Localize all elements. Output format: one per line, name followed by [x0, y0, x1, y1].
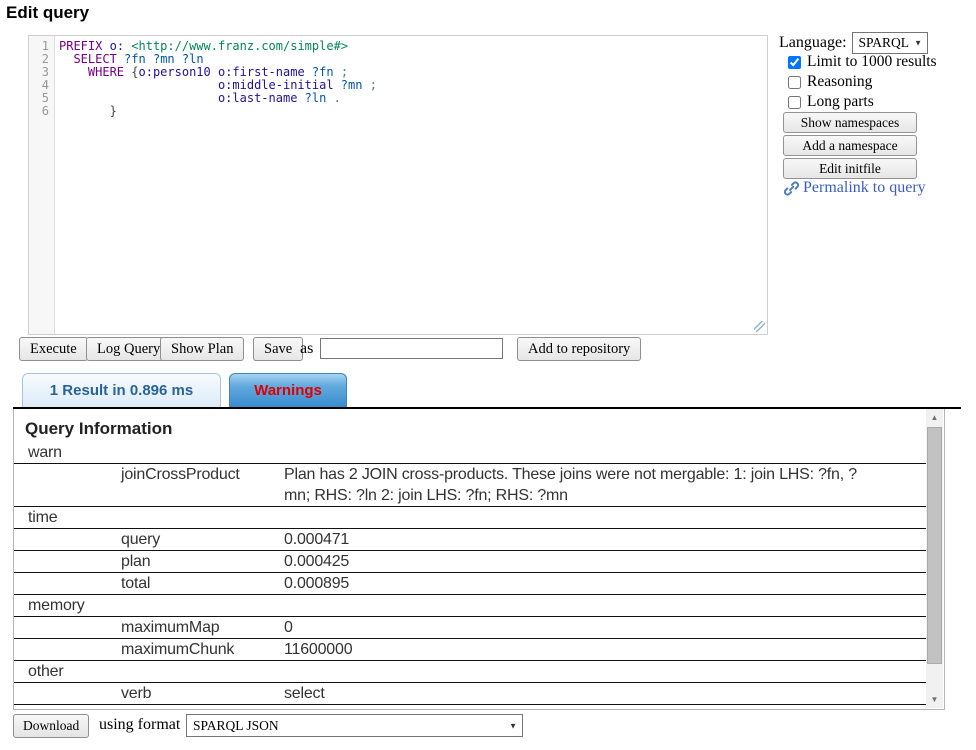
permalink-to-query-link[interactable]: Permalink to query [783, 179, 926, 197]
using-format-label: using format [99, 716, 180, 734]
option-checkbox-long-parts[interactable] [788, 96, 801, 109]
execute-button[interactable]: Execute [19, 337, 88, 361]
save-as-label: as [300, 340, 313, 358]
language-label: Language: [779, 34, 847, 52]
query-information-panel: Query Information warnjoinCrossProductPl… [13, 409, 945, 710]
row-maximumMap: maximumMap0 [14, 617, 926, 639]
chevron-down-icon [509, 721, 517, 730]
add-a-namespace-button[interactable]: Add a namespace [783, 135, 917, 156]
row-value: 11600000 [284, 639, 352, 660]
tab-warnings[interactable]: Warnings [229, 373, 347, 407]
chevron-down-icon [914, 39, 922, 48]
editor-gutter: 123456 [29, 36, 55, 334]
query-editor[interactable]: 123456 PREFIX o: <http://www.franz.com/s… [28, 35, 768, 335]
language-select-value: SPARQL [859, 35, 910, 51]
language-select[interactable]: SPARQL [852, 32, 929, 54]
option-label: Reasoning [807, 73, 872, 91]
row-value: 0.000471 [284, 529, 349, 550]
editor-resize-handle-icon[interactable] [754, 321, 765, 332]
row-query: query0.000471 [14, 529, 926, 551]
show-plan-button[interactable]: Show Plan [160, 337, 244, 361]
row-total: total0.000895 [14, 573, 926, 595]
query-information-heading: Query Information [25, 419, 944, 439]
add-to-repository-button[interactable]: Add to repository [517, 337, 641, 361]
format-select-value: SPARQL JSON [193, 718, 279, 734]
scroll-down-icon[interactable] [926, 691, 943, 708]
row-value: Plan has 2 JOIN cross-products. These jo… [284, 464, 872, 506]
save-button[interactable]: Save [253, 337, 303, 361]
option-reasoning[interactable]: Reasoning [788, 72, 937, 92]
section-other: other [14, 661, 926, 683]
tab-results[interactable]: 1 Result in 0.896 ms [22, 373, 221, 407]
language-row: Language: SPARQL [779, 32, 928, 54]
row-value: 0 [284, 617, 293, 638]
section-memory: memory [14, 595, 926, 617]
section-time: time [14, 507, 926, 529]
option-label: Long parts [807, 93, 874, 111]
show-namespaces-button[interactable]: Show namespaces [783, 112, 917, 133]
editor-code[interactable]: PREFIX o: <http://www.franz.com/simple#>… [55, 36, 767, 334]
link-chain-icon [783, 180, 800, 197]
line-number: 6 [29, 105, 54, 118]
code-line-5: o:last-name ?ln . [59, 92, 767, 105]
code-line-6: } [59, 105, 767, 118]
option-checkbox-reasoning[interactable] [788, 76, 801, 89]
row-key: maximumMap [121, 617, 284, 638]
row-value: 0.000425 [284, 551, 349, 572]
scroll-up-icon[interactable] [926, 409, 943, 426]
row-key: total [121, 573, 284, 594]
option-checkbox-limit-to-1000-results[interactable] [788, 56, 801, 69]
row-verb: verbselect [14, 683, 926, 705]
section-warn: warn [14, 442, 926, 464]
row-value: 0.000895 [284, 573, 349, 594]
row-key: plan [121, 551, 284, 572]
row-key: maximumChunk [121, 639, 284, 660]
log-query-button[interactable]: Log Query [86, 337, 171, 361]
row-maximumChunk: maximumChunk11600000 [14, 639, 926, 661]
vertical-scrollbar[interactable] [926, 409, 943, 708]
option-limit-to-1000-results[interactable]: Limit to 1000 results [788, 52, 937, 72]
scrollbar-thumb[interactable] [927, 427, 942, 664]
row-plan: plan0.000425 [14, 551, 926, 573]
row-key: query [121, 529, 284, 550]
options-list: Limit to 1000 results Reasoning Long parts [788, 52, 937, 112]
namespace-buttons: Show namespacesAdd a namespaceEdit initf… [783, 112, 917, 179]
save-name-input[interactable] [320, 338, 503, 359]
query-info-table: warnjoinCrossProductPlan has 2 JOIN cros… [14, 442, 926, 705]
row-value: select [284, 683, 325, 704]
permalink-label: Permalink to query [803, 179, 926, 197]
editor-code-lines: PREFIX o: <http://www.franz.com/simple#>… [59, 40, 767, 118]
edit-initfile-button[interactable]: Edit initfile [783, 158, 917, 179]
option-label: Limit to 1000 results [807, 53, 937, 71]
row-key: verb [121, 683, 284, 704]
page-title: Edit query [6, 3, 89, 23]
format-select[interactable]: SPARQL JSON [186, 714, 523, 737]
option-long-parts[interactable]: Long parts [788, 92, 937, 112]
download-button[interactable]: Download [13, 714, 89, 738]
row-joinCrossProduct: joinCrossProductPlan has 2 JOIN cross-pr… [14, 464, 926, 507]
row-key: joinCrossProduct [121, 464, 284, 506]
